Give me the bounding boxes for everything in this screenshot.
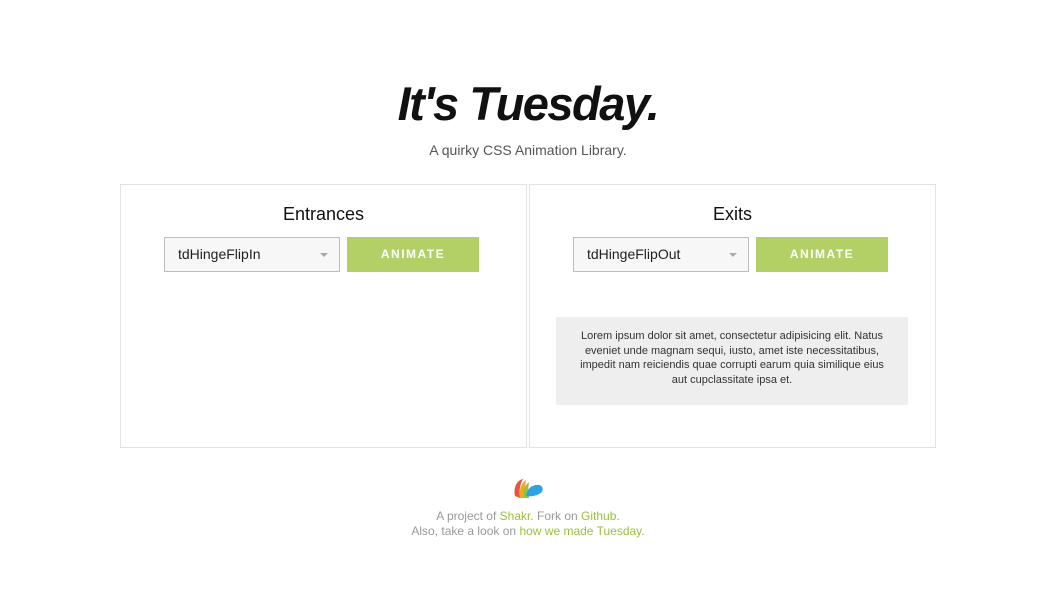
- footer-credits: A project of Shakr. Fork on Github.: [0, 509, 1056, 524]
- exits-panel: Exits tdHingeFlipOut ANIMATE Lorem ipsum…: [529, 184, 936, 448]
- animation-sample-box: Lorem ipsum dolor sit amet, consectetur …: [556, 317, 908, 405]
- footer-text: Also, take a look on: [411, 524, 520, 538]
- footer-text: .: [641, 524, 645, 538]
- entrances-title: Entrances: [282, 204, 365, 224]
- chevron-down-icon: [729, 253, 737, 257]
- page-title: It's Tuesday.: [397, 77, 660, 130]
- entrances-animation-select[interactable]: tdHingeFlipIn: [164, 237, 340, 272]
- exits-animate-button[interactable]: ANIMATE: [756, 237, 888, 272]
- footer-text: .: [616, 509, 620, 523]
- chevron-down-icon: [320, 253, 328, 257]
- exits-title: Exits: [712, 204, 752, 224]
- shakr-logo-icon: [514, 479, 543, 498]
- entrances-selected-value: tdHingeFlipIn: [178, 246, 261, 262]
- shakr-link[interactable]: Shakr: [500, 509, 531, 523]
- footer-more: Also, take a look on how we made Tuesday…: [0, 524, 1056, 539]
- exits-selected-value: tdHingeFlipOut: [587, 246, 681, 262]
- entrances-panel: Entrances tdHingeFlipIn ANIMATE: [120, 184, 527, 448]
- entrances-animate-button[interactable]: ANIMATE: [347, 237, 479, 272]
- page: It's Tuesday. A quirky CSS Animation Lib…: [0, 0, 1056, 594]
- github-link[interactable]: Github: [581, 509, 616, 523]
- how-we-made-link[interactable]: how we made Tuesday: [519, 524, 641, 538]
- page-subtitle: A quirky CSS Animation Library.: [429, 142, 627, 158]
- footer-text: . Fork on: [530, 509, 582, 523]
- footer-text: A project of: [436, 509, 500, 523]
- exits-animation-select[interactable]: tdHingeFlipOut: [573, 237, 749, 272]
